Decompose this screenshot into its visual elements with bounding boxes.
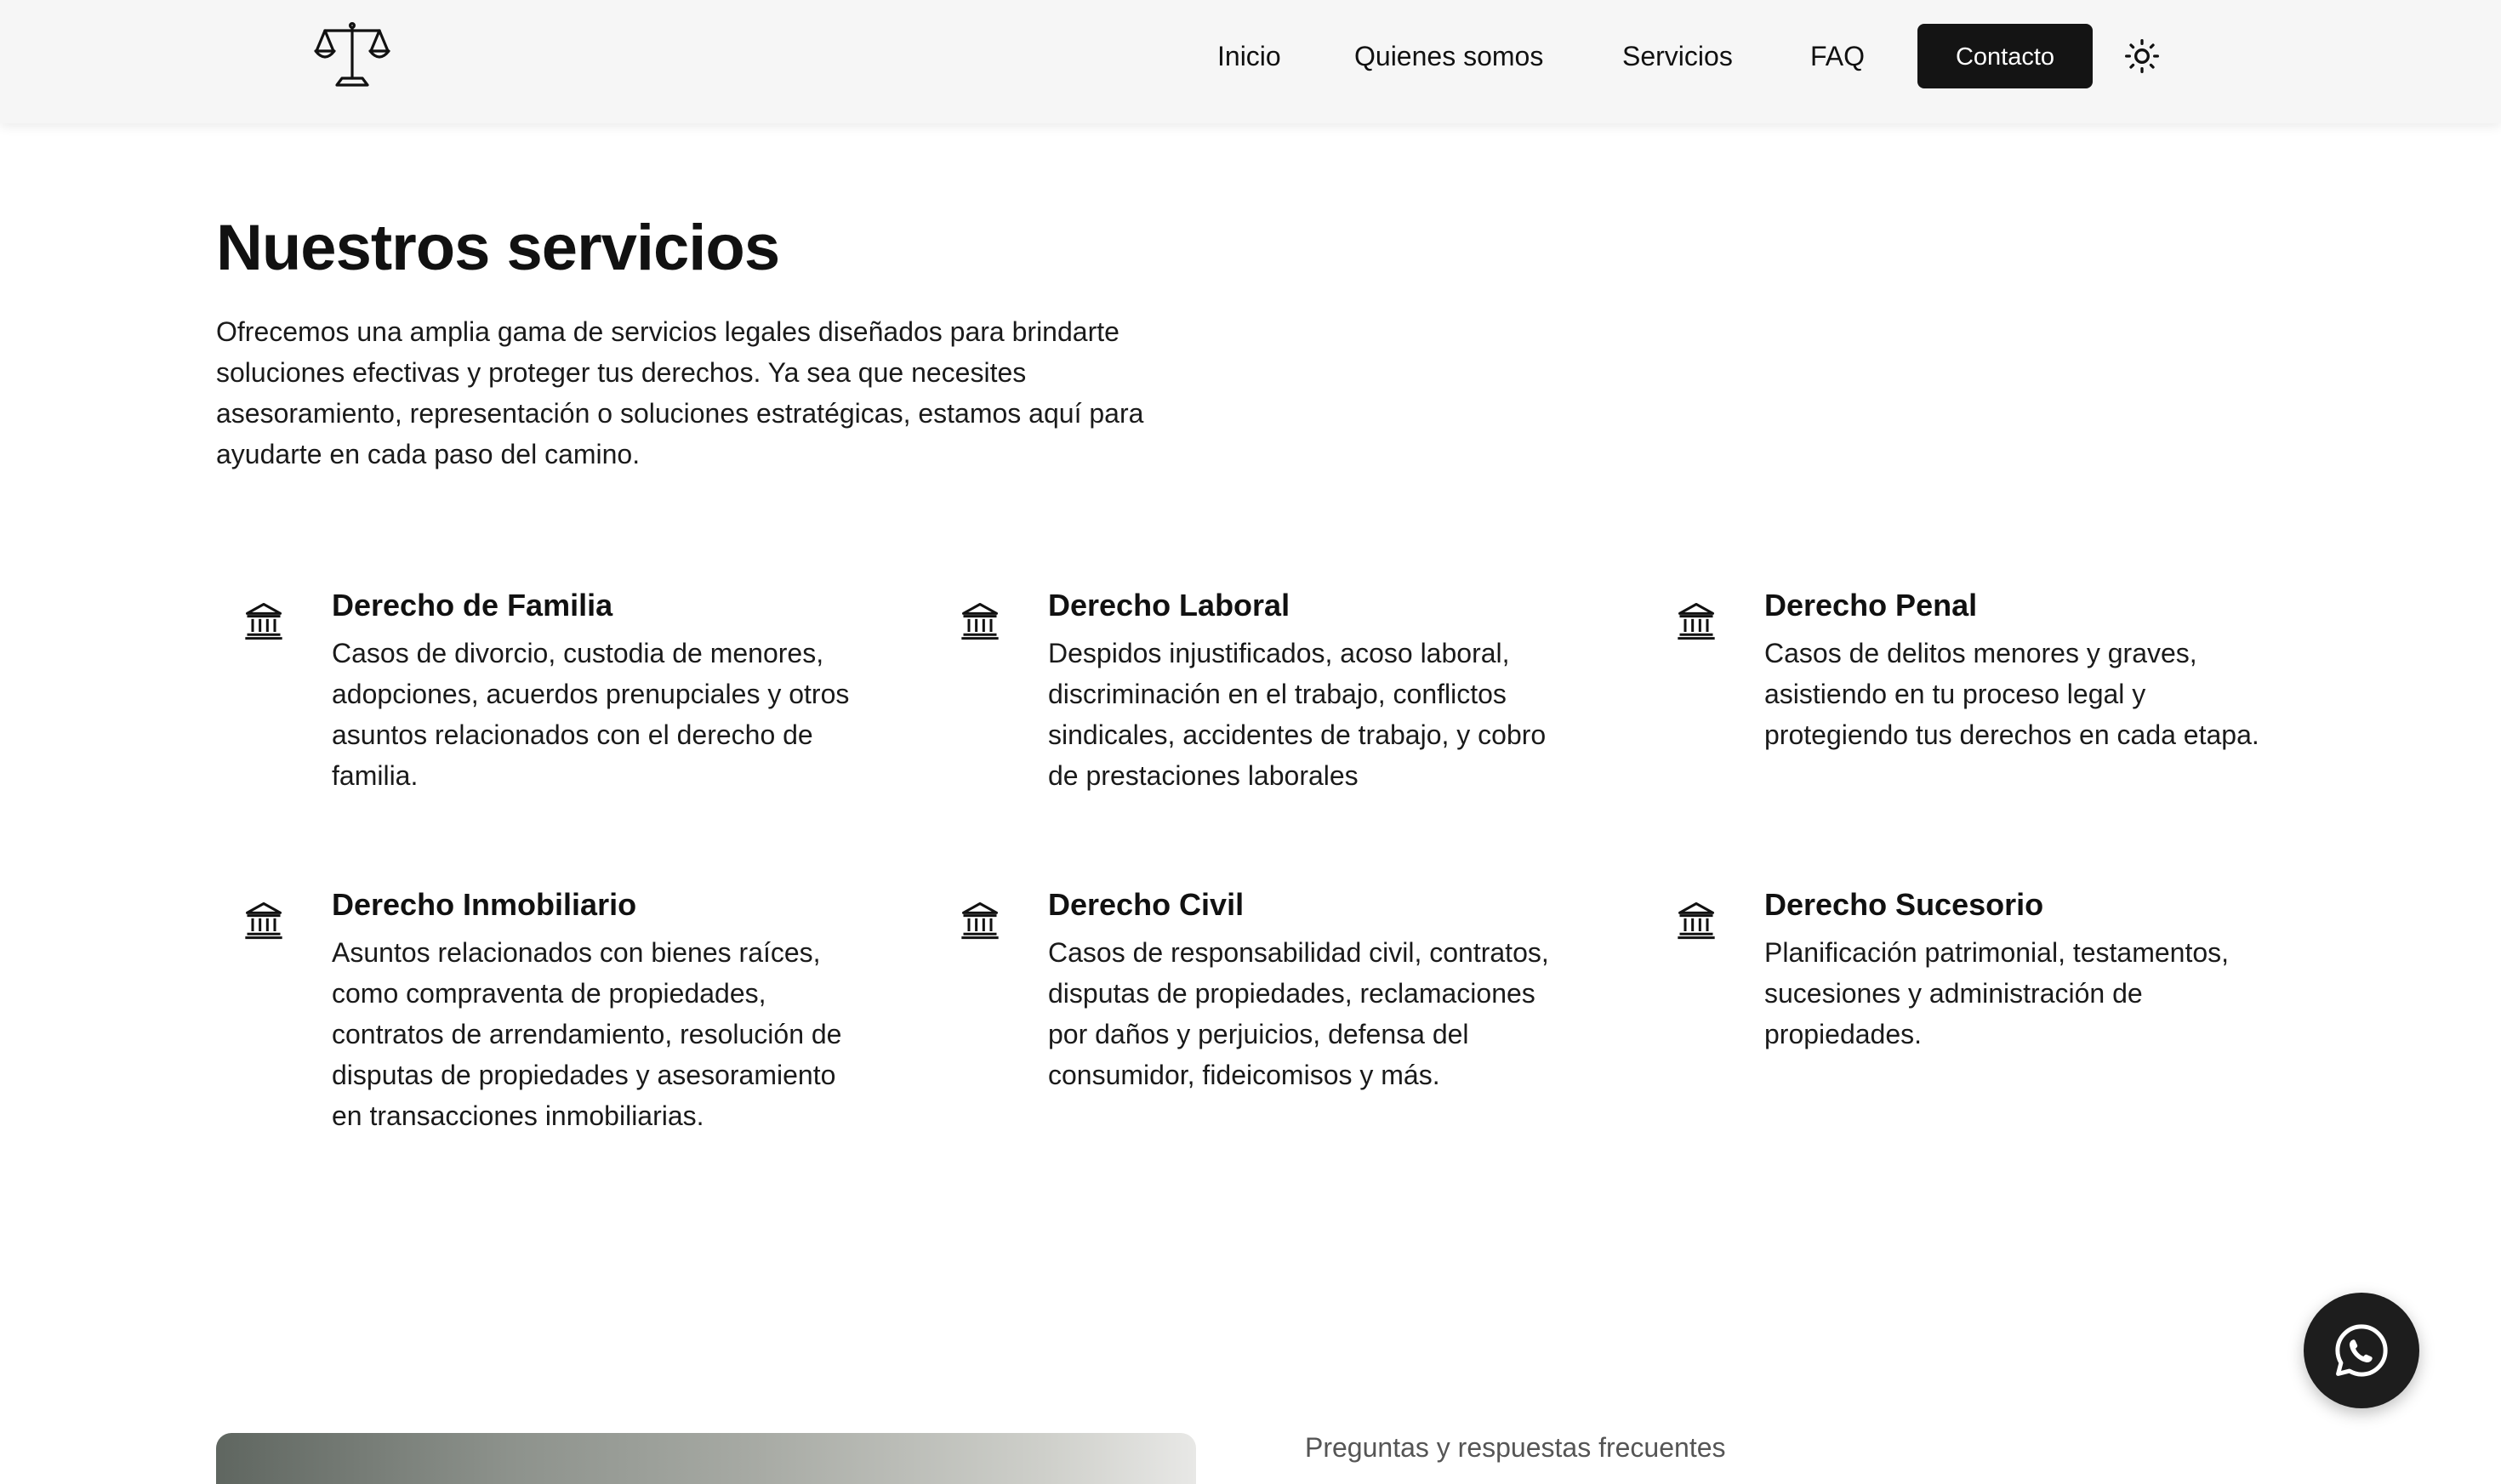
courthouse-icon	[242, 599, 286, 643]
services-title: Nuestros servicios	[216, 212, 780, 284]
faq-section-label: Preguntas y respuestas frecuentes	[1305, 1432, 1726, 1463]
courthouse-icon	[1674, 898, 1718, 942]
service-description: Planificación patrimonial, testamentos, …	[1764, 937, 2230, 1049]
nav-link-faq[interactable]: FAQ	[1810, 39, 1865, 73]
sun-icon	[2125, 39, 2159, 73]
service-title: Derecho Laboral	[1048, 588, 1290, 623]
courthouse-icon	[958, 898, 1002, 942]
service-title: Derecho Sucesorio	[1764, 887, 2044, 922]
service-title: Derecho Penal	[1764, 588, 1978, 623]
nav-link-quienes-somos[interactable]: Quienes somos	[1354, 39, 1543, 73]
contact-button[interactable]: Contacto	[1917, 24, 2093, 88]
theme-toggle-button[interactable]	[2123, 37, 2161, 75]
service-description: Despidos injustificados, acoso laboral, …	[1048, 638, 1547, 791]
site-header: Inicio Quienes somos Servicios FAQ Conta…	[0, 0, 2501, 123]
service-title: Derecho Civil	[1048, 887, 1245, 922]
services-intro: Ofrecemos una amplia gama de servicios l…	[216, 316, 1144, 469]
nav-link-inicio[interactable]: Inicio	[1217, 39, 1281, 73]
whatsapp-icon	[2335, 1324, 2388, 1377]
service-title: Derecho de Familia	[332, 588, 613, 623]
faq-section-image	[216, 1433, 1196, 1484]
service-description: Casos de responsabilidad civil, contrato…	[1048, 937, 1549, 1090]
courthouse-icon	[242, 898, 286, 942]
service-description: Casos de divorcio, custodia de menores, …	[332, 638, 850, 791]
service-title: Derecho Inmobiliario	[332, 887, 637, 922]
courthouse-icon	[1674, 599, 1718, 643]
service-description: Asuntos relacionados con bienes raíces, …	[332, 937, 842, 1131]
whatsapp-button[interactable]	[2304, 1293, 2419, 1408]
nav-link-servicios[interactable]: Servicios	[1622, 39, 1733, 73]
main-nav: Inicio Quienes somos Servicios FAQ Conta…	[0, 24, 2501, 88]
courthouse-icon	[958, 599, 1002, 643]
service-description: Casos de delitos menores y graves, asist…	[1764, 638, 2259, 750]
